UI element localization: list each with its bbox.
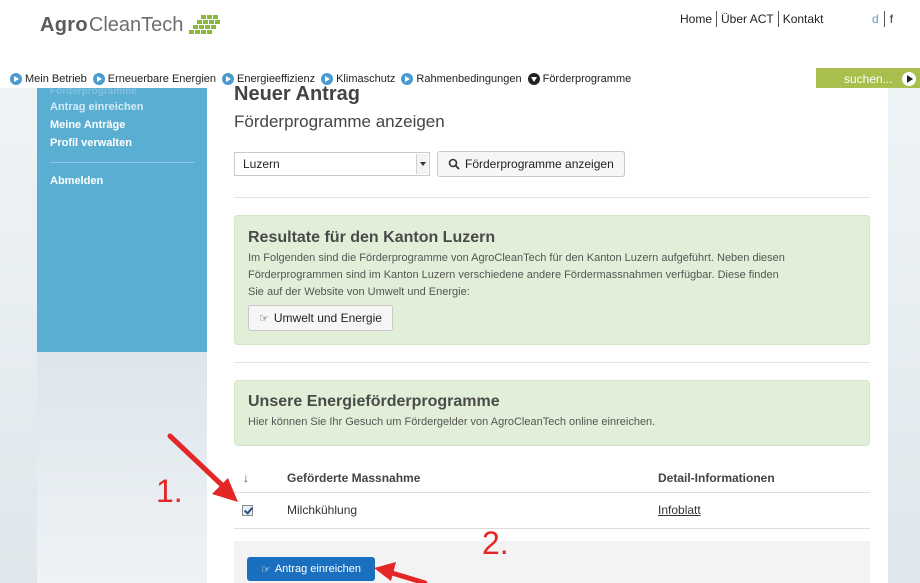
nav-label: Erneuerbare Energien bbox=[107, 73, 217, 85]
play-circle-icon bbox=[222, 73, 235, 85]
canton-select-value: Luzern bbox=[243, 157, 280, 171]
sidebar-cut-link: Förderprogramme bbox=[50, 88, 137, 96]
logo-grid-icon bbox=[189, 15, 221, 34]
topnav-ueber-act[interactable]: Über ACT bbox=[721, 12, 774, 26]
search-icon bbox=[448, 158, 460, 170]
programs-text: Hier können Sie Ihr Gesuch um Fördergeld… bbox=[248, 416, 656, 428]
umwelt-energie-label: Umwelt und Energie bbox=[273, 311, 382, 325]
expanded-circle-icon bbox=[527, 73, 540, 85]
sidebar-item-profil-verwalten[interactable]: Profil verwalten bbox=[50, 137, 132, 149]
agrocleantech-logo[interactable]: Agro CleanTech bbox=[40, 10, 221, 40]
nav-foerderprogramme[interactable]: Förderprogramme bbox=[527, 73, 632, 85]
divider bbox=[234, 197, 870, 198]
column-header-measure: Geförderte Massnahme bbox=[287, 471, 421, 485]
results-text-line-3: Sie auf der Website von Umwelt und Energ… bbox=[248, 286, 470, 298]
pointing-hand-icon: ☞ bbox=[259, 312, 269, 325]
language-switcher: d f bbox=[872, 10, 893, 28]
infoblatt-link[interactable]: Infoblatt bbox=[658, 503, 701, 517]
lang-fr[interactable]: f bbox=[890, 12, 893, 26]
sidebar-item-meine-antraege[interactable]: Meine Anträge bbox=[50, 119, 125, 131]
sidebar-item-antrag-einreichen[interactable]: Antrag einreichen bbox=[50, 101, 144, 113]
play-circle-icon bbox=[10, 73, 22, 85]
annotation-step-2: 2. bbox=[482, 525, 509, 561]
topnav-kontakt[interactable]: Kontakt bbox=[783, 12, 824, 26]
column-header-details: Detail-Informationen bbox=[658, 471, 775, 485]
table-row-divider bbox=[234, 528, 870, 529]
topnav-separator bbox=[777, 11, 779, 27]
lang-separator bbox=[883, 11, 885, 27]
top-navigation: Home Über ACT Kontakt bbox=[680, 10, 823, 28]
play-circle-icon bbox=[92, 73, 105, 85]
umwelt-energie-button[interactable]: ☞ Umwelt und Energie bbox=[248, 305, 393, 331]
page-subtitle: Förderprogramme anzeigen bbox=[234, 112, 445, 131]
search-placeholder: suchen... bbox=[844, 72, 893, 86]
search-go-icon[interactable] bbox=[902, 72, 916, 86]
canton-select[interactable]: Luzern bbox=[234, 152, 430, 176]
measure-cell: Milchkühlung bbox=[287, 503, 358, 517]
results-panel: Resultate für den Kanton Luzern Im Folge… bbox=[234, 215, 870, 345]
sort-arrow-header[interactable]: ↓ bbox=[243, 471, 249, 485]
row-checkbox[interactable] bbox=[242, 505, 253, 516]
table-header-divider bbox=[234, 492, 870, 493]
show-programs-button[interactable]: Förderprogramme anzeigen bbox=[437, 151, 625, 177]
nav-label: Förderprogramme bbox=[542, 73, 632, 85]
search-input[interactable]: suchen... bbox=[816, 68, 920, 90]
chevron-down-icon[interactable] bbox=[416, 154, 428, 174]
play-circle-icon bbox=[401, 73, 414, 85]
right-background-strip bbox=[888, 88, 920, 583]
lang-de[interactable]: d bbox=[872, 12, 879, 26]
pointing-hand-icon: ☞ bbox=[260, 563, 271, 576]
topnav-separator bbox=[716, 11, 718, 27]
logo-text-cleantech: CleanTech bbox=[88, 13, 184, 36]
sidebar-divider bbox=[50, 162, 195, 163]
nav-mein-betrieb[interactable]: Mein Betrieb bbox=[10, 73, 87, 85]
programs-panel: Unsere Energieförderprogramme Hier könne… bbox=[234, 380, 870, 446]
nav-label: Rahmenbedingungen bbox=[416, 73, 522, 85]
left-background-strip bbox=[0, 88, 37, 583]
page-title: Neuer Antrag bbox=[234, 84, 360, 104]
show-programs-label: Förderprogramme anzeigen bbox=[465, 157, 614, 171]
results-heading: Resultate für den Kanton Luzern bbox=[248, 229, 496, 246]
topnav-home[interactable]: Home bbox=[680, 12, 712, 26]
programs-heading: Unsere Energieförderprogramme bbox=[248, 393, 500, 410]
results-text-line-1: Im Folgenden sind die Förderprogramme vo… bbox=[248, 252, 785, 264]
nav-erneuerbare-energien[interactable]: Erneuerbare Energien bbox=[92, 73, 217, 85]
nav-rahmenbedingungen[interactable]: Rahmenbedingungen bbox=[401, 73, 522, 85]
divider bbox=[234, 362, 870, 363]
page: Agro CleanTech Home Über ACT Kontakt d f… bbox=[0, 0, 920, 583]
submit-application-label: Antrag einreichen bbox=[274, 563, 362, 575]
submit-application-button[interactable]: ☞ Antrag einreichen bbox=[247, 557, 375, 581]
results-text-line-2: Förderprogrammen sind im Kanton Luzern v… bbox=[248, 269, 779, 281]
sidebar: Förderprogramme Antrag einreichen Meine … bbox=[37, 88, 207, 352]
annotation-step-1: 1. bbox=[156, 473, 183, 509]
sidebar-item-abmelden[interactable]: Abmelden bbox=[50, 175, 103, 187]
sidebar-lower-background bbox=[37, 352, 207, 583]
logo-text-agro: Agro bbox=[40, 13, 88, 36]
nav-label: Mein Betrieb bbox=[25, 73, 87, 85]
